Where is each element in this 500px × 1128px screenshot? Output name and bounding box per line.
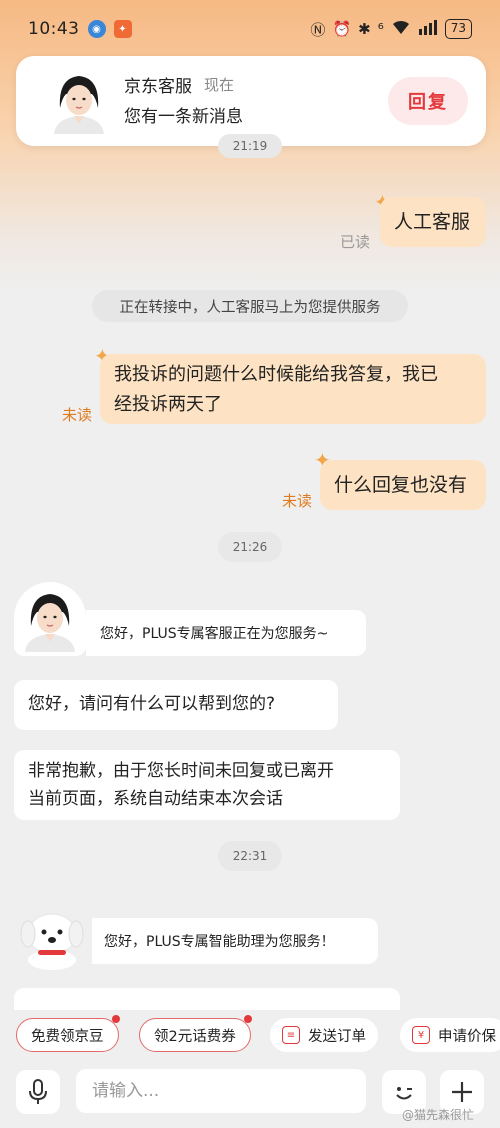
quick-action-price-protect[interactable]: ¥ 申请价保: [400, 1018, 500, 1052]
agent-avatar: [46, 68, 112, 134]
timestamp-pill: 21:26: [218, 532, 282, 562]
red-dot-badge: [243, 1015, 252, 1023]
message-line: 我投诉的问题什么时候能给我答复，我已: [114, 364, 438, 385]
status-bar: 10:43 ◉ ✦ Ⓝ ⏰ ✱ ⁶ 73: [0, 0, 500, 58]
wifi-icon: [391, 19, 411, 39]
outgoing-message[interactable]: 人工客服: [380, 197, 486, 247]
quick-action-label: 领2元话费券: [154, 1028, 236, 1045]
jd-mascot-icon: [20, 913, 84, 970]
unread-status: 未读: [282, 492, 313, 510]
shopping-app-icon: ✦: [113, 20, 132, 38]
red-dot-badge: [111, 1015, 120, 1023]
quick-action-send-order[interactable]: ≡ 发送订单: [270, 1018, 378, 1052]
agent-avatar: [25, 594, 75, 652]
notification-time: 现在: [204, 76, 235, 94]
order-icon: ≡: [282, 1026, 300, 1044]
message-line: 当前页面，系统自动结束本次会话: [28, 789, 283, 809]
incoming-message[interactable]: 您好，请问有什么可以帮到您的?: [14, 680, 338, 730]
outgoing-message[interactable]: 什么回复也没有: [320, 460, 486, 510]
app-notification-icon: ◉: [87, 20, 106, 38]
bot-greeting: 您好，PLUS专属智能助理为您服务！: [92, 918, 378, 964]
signal-6-icon: ⁶: [377, 20, 384, 38]
timestamp-pill: 21:19: [218, 134, 282, 158]
agent-greeting: 您好，PLUS专属客服正在为您服务~: [86, 610, 366, 656]
message-line: 非常抱歉，由于您长时间未回复或已离开: [28, 761, 334, 781]
quick-action-phone-coupon[interactable]: 领2元话费券: [139, 1015, 252, 1052]
plus-icon: [452, 1082, 472, 1102]
status-icons: Ⓝ ⏰ ✱ ⁶ 73: [310, 19, 472, 40]
microphone-icon: [29, 1079, 47, 1104]
emoji-wink-icon: [396, 1087, 412, 1100]
status-time: 10:43: [28, 19, 80, 39]
reply-button[interactable]: 回复: [388, 77, 468, 125]
quick-action-label: 申请价保: [438, 1028, 496, 1045]
price-protect-icon: ¥: [412, 1026, 430, 1044]
notification-title: 京东客服: [124, 77, 192, 97]
bluetooth-icon: ✱: [358, 20, 371, 38]
quick-action-label: 发送订单: [308, 1028, 366, 1045]
voice-button[interactable]: [16, 1070, 60, 1114]
alarm-icon: ⏰: [332, 20, 352, 38]
quick-action-label: 免费领京豆: [31, 1028, 104, 1045]
message-input[interactable]: [76, 1069, 366, 1113]
nfc-icon: Ⓝ: [310, 20, 326, 39]
message-line: 经投诉两天了: [114, 394, 222, 415]
agent-avatar-card: [14, 582, 86, 656]
quick-action-bar: 免费领京豆 领2元话费券 ≡ 发送订单 ¥ 申请价保: [0, 1010, 500, 1062]
timestamp-pill: 22:31: [218, 841, 282, 871]
system-notice: 正在转接中，人工客服马上为您提供服务: [92, 290, 408, 322]
battery-indicator: 73: [444, 19, 472, 39]
read-status: 已读: [340, 233, 371, 251]
notification-banner[interactable]: 京东客服 现在 您有一条新消息 回复: [16, 56, 486, 146]
notification-body: 您有一条新消息: [124, 107, 243, 127]
outgoing-message[interactable]: 我投诉的问题什么时候能给我答复，我已 经投诉两天了: [100, 354, 486, 424]
unread-status: 未读: [62, 406, 93, 424]
cell-signal-icon: [418, 19, 438, 39]
quick-action-free-beans[interactable]: 免费领京豆: [16, 1015, 120, 1052]
watermark: @猫先森很忙: [402, 1108, 475, 1122]
incoming-message[interactable]: 非常抱歉，由于您长时间未回复或已离开 当前页面，系统自动结束本次会话: [14, 750, 400, 820]
